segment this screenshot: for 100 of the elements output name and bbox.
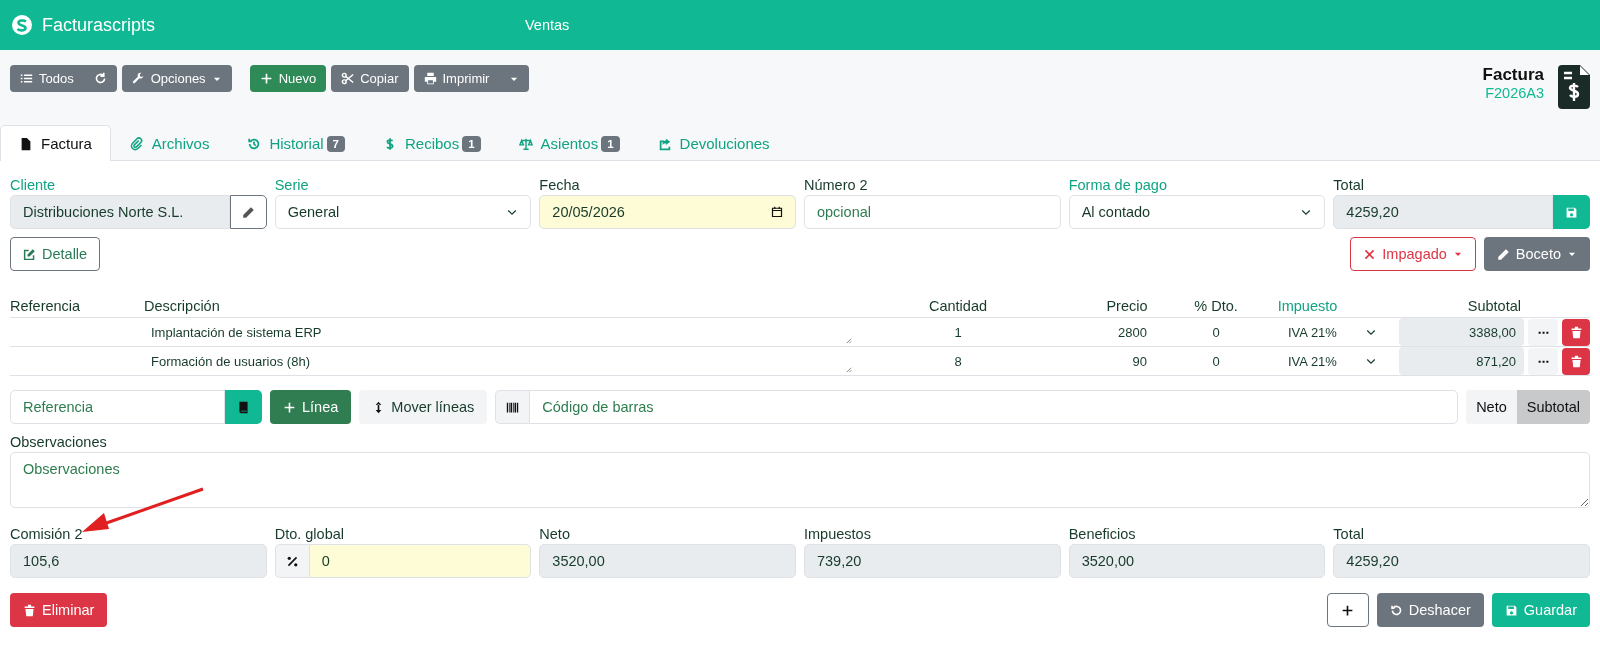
field-label: Observaciones	[10, 434, 107, 450]
description-field[interactable]: Implantación de sistema ERP	[144, 318, 854, 346]
amount-field[interactable]: 3520,00	[539, 544, 796, 578]
column-header: Subtotal	[1466, 298, 1522, 314]
amount-field[interactable]: 4259,20	[1333, 544, 1590, 578]
catalog-button[interactable]	[225, 390, 262, 424]
tab[interactable]: Recibos 1	[364, 125, 500, 161]
trash-icon	[1569, 354, 1583, 368]
history-icon	[247, 136, 262, 151]
edit-icon	[23, 247, 36, 261]
save-icon	[1565, 205, 1578, 219]
file-icon	[19, 136, 33, 151]
field-label: Dto. global	[274, 526, 344, 542]
add-button[interactable]	[1326, 593, 1369, 627]
plus-icon	[1341, 603, 1355, 617]
save-total-button[interactable]	[1553, 195, 1590, 229]
client-field[interactable]: Distribuciones Norte S.L.	[10, 195, 230, 229]
add-line-button[interactable]: Línea	[270, 390, 352, 424]
barcode-field[interactable]: Código de barras	[529, 390, 1459, 424]
document-type: Factura	[1482, 65, 1544, 85]
new-button[interactable]: Nuevo	[249, 65, 327, 92]
status-button[interactable]: Boceto	[1483, 237, 1590, 271]
payment-status-button[interactable]: Impagado	[1350, 237, 1476, 271]
app-name: Facturascripts	[42, 14, 157, 36]
date-field[interactable]: 20/05/2026	[539, 195, 796, 229]
list-icon	[20, 72, 33, 85]
field-label: Total	[1333, 526, 1364, 542]
calendar-icon	[771, 206, 783, 218]
description-field[interactable]: Formación de usuarios (8h)	[144, 347, 854, 375]
scissors-icon	[341, 72, 355, 85]
barcode-icon	[506, 400, 520, 414]
book-icon	[237, 400, 250, 414]
field-label: Total	[1333, 177, 1364, 193]
quantity-cell[interactable]: 1	[858, 318, 1058, 346]
amount-field[interactable]: 105,6	[10, 544, 267, 578]
price-cell[interactable]: 90	[1062, 347, 1172, 375]
column-header: Referencia	[10, 298, 82, 314]
logo-icon	[12, 15, 32, 35]
subtotal-cell: 3388,00	[1399, 318, 1524, 346]
count-badge: 7	[326, 135, 345, 152]
discount-field[interactable]: 0	[308, 544, 532, 578]
amount-field[interactable]: 3520,00	[1068, 544, 1326, 578]
undo-icon	[1389, 603, 1403, 617]
refresh-icon	[93, 72, 107, 85]
resize-handle-icon[interactable]	[845, 337, 852, 344]
select-field[interactable]: General	[274, 195, 532, 229]
resize-handle-icon[interactable]	[845, 366, 852, 373]
pencil-icon	[241, 205, 255, 219]
discount-cell[interactable]: 0	[1176, 347, 1256, 375]
field-label: Impuestos	[804, 526, 871, 542]
number-field[interactable]: opcional	[804, 195, 1061, 229]
column-header: Precio	[1105, 298, 1149, 314]
price-cell[interactable]: 2800	[1062, 318, 1172, 346]
move-lines-button[interactable]: Mover líneas	[359, 390, 488, 424]
total-field[interactable]: 4259,20	[1333, 195, 1553, 229]
select-field[interactable]: Al contado	[1068, 195, 1326, 229]
plus-icon	[259, 72, 273, 85]
tab[interactable]: Historial 7	[228, 125, 364, 161]
field-label: Fecha	[539, 177, 580, 193]
print-button[interactable]: Imprimir	[413, 65, 530, 92]
tax-select[interactable]: IVA 21%	[1260, 347, 1395, 375]
edit-client-button[interactable]	[229, 195, 267, 229]
share-icon	[657, 136, 672, 151]
plus-icon	[283, 400, 296, 414]
undo-button[interactable]: Deshacer	[1376, 593, 1484, 627]
tab[interactable]: Factura	[0, 125, 111, 161]
scale-icon	[518, 136, 533, 151]
x-icon	[1363, 247, 1377, 261]
count-badge: 1	[462, 135, 481, 152]
all-button[interactable]: Todos	[10, 65, 117, 92]
pencil-icon	[1496, 247, 1510, 261]
field-label: Número 2	[804, 177, 868, 193]
discount-cell[interactable]: 0	[1176, 318, 1256, 346]
subtotal-cell: 871,20	[1399, 347, 1524, 375]
column-header: % Dto.	[1193, 298, 1239, 314]
options-button[interactable]: Opciones	[121, 65, 232, 92]
detail-button[interactable]: Detalle	[10, 237, 101, 271]
trash-icon	[23, 603, 36, 617]
wrench-icon	[131, 72, 145, 85]
tax-select[interactable]: IVA 21%	[1260, 318, 1395, 346]
invoice-icon	[1558, 65, 1590, 109]
delete-button[interactable]: Eliminar	[10, 593, 108, 627]
count-badge: 1	[601, 135, 620, 152]
save-icon	[1504, 603, 1518, 617]
reference-field[interactable]: Referencia	[10, 390, 225, 424]
amount-field[interactable]: 739,20	[804, 544, 1061, 578]
copy-button[interactable]: Copiar	[331, 65, 409, 92]
document-code: F2026A3	[1485, 85, 1544, 101]
printer-icon	[423, 72, 437, 85]
notes-field[interactable]: Observaciones	[10, 452, 1590, 508]
column-header: Descripción	[144, 298, 221, 314]
percent-icon	[285, 554, 299, 568]
view-toggle[interactable]: Subtotal	[1516, 390, 1590, 424]
quantity-cell[interactable]: 8	[858, 347, 1058, 375]
field-label: Beneficios	[1068, 526, 1136, 542]
delete-line-button[interactable]	[1562, 347, 1590, 375]
delete-line-button[interactable]	[1562, 318, 1590, 346]
tab[interactable]: Asientos 1	[499, 125, 639, 161]
column-header: Cantidad	[927, 298, 988, 314]
field-label: Comisión 2	[10, 526, 83, 542]
